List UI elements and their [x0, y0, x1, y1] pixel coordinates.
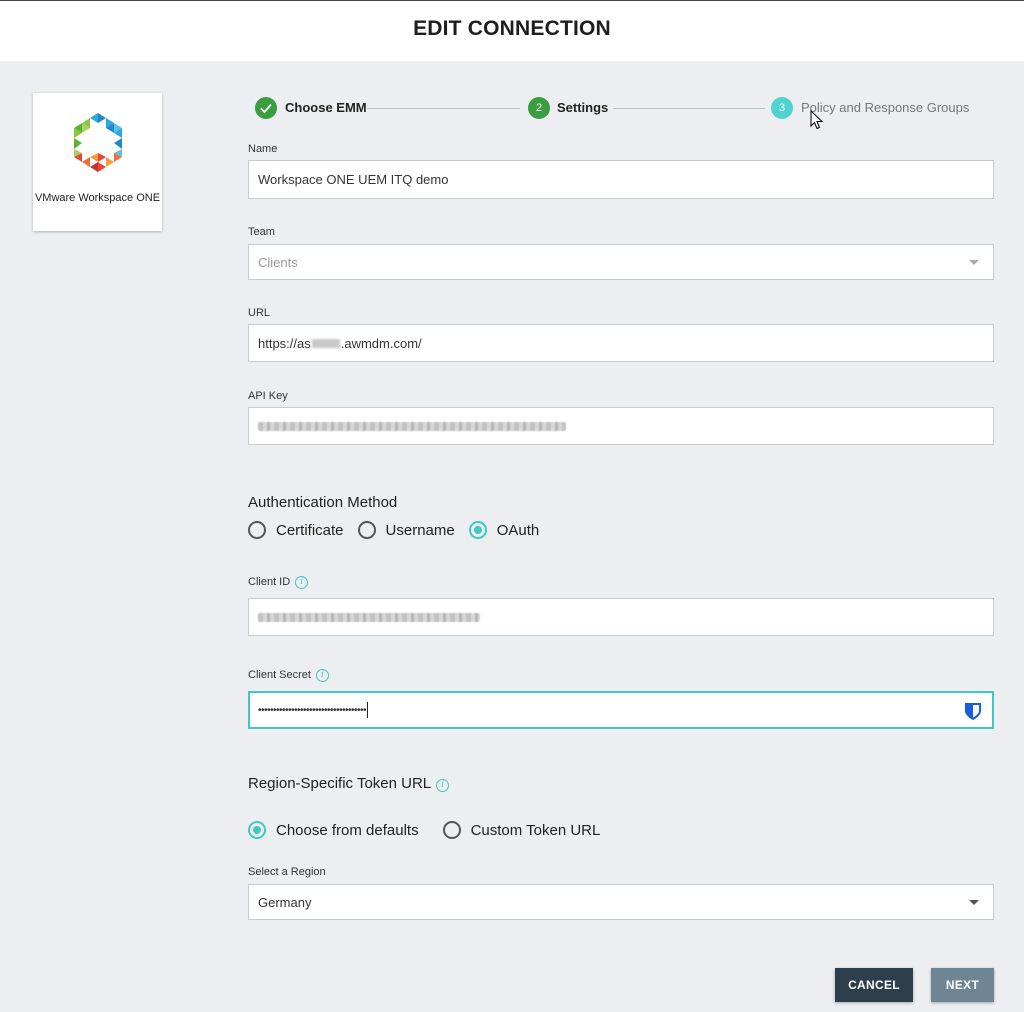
info-icon[interactable]: i — [295, 576, 309, 589]
step-3-number: 3 — [771, 97, 793, 119]
api-key-input[interactable] — [248, 407, 994, 445]
step-1-check-icon — [255, 97, 277, 119]
token-url-title-text: Region-Specific Token URL — [248, 775, 432, 792]
radio-label: Username — [385, 521, 455, 539]
step-2-number: 2 — [528, 97, 550, 119]
text-cursor — [367, 702, 369, 718]
redacted-api-key — [258, 421, 566, 431]
auth-method-title: Authentication Method — [248, 494, 398, 511]
url-input[interactable]: https://as .awmdm.com/ — [248, 324, 994, 362]
radio-label: Custom Token URL — [470, 821, 601, 839]
step-connector — [367, 108, 520, 109]
step-choose-emm[interactable]: Choose EMM — [285, 100, 367, 115]
radio-username[interactable]: Username — [357, 521, 455, 539]
radio-custom-token-url[interactable]: Custom Token URL — [442, 821, 601, 839]
client-secret-input[interactable]: •••••••••••••••••••••••••••••••••••• — [248, 691, 994, 729]
mouse-cursor-icon — [810, 110, 824, 130]
provider-name: VMware Workspace ONE — [34, 192, 161, 204]
radio-label: Choose from defaults — [276, 821, 419, 839]
radio-label: Certificate — [276, 521, 344, 539]
token-url-radio-group: Choose from defaults Custom Token URL — [248, 821, 614, 839]
step-settings[interactable]: Settings — [557, 100, 608, 115]
region-select[interactable]: Germany — [248, 884, 994, 920]
name-label: Name — [248, 143, 278, 155]
chevron-down-icon — [969, 900, 979, 905]
client-secret-value: •••••••••••••••••••••••••••••••••••• — [258, 704, 367, 716]
region-label: Select a Region — [248, 866, 326, 878]
password-manager-shield-icon[interactable] — [962, 700, 984, 722]
radio-choose-from-defaults[interactable]: Choose from defaults — [248, 821, 419, 839]
url-label: URL — [248, 307, 271, 319]
team-label: Team — [248, 226, 275, 238]
info-icon[interactable]: i — [315, 669, 329, 682]
client-secret-label: Client Secret i — [248, 669, 329, 682]
step-connector — [613, 108, 765, 109]
client-id-label: Client ID i — [248, 576, 309, 589]
cancel-button[interactable]: CANCEL — [835, 968, 913, 1002]
name-value: Workspace ONE UEM ITQ demo — [258, 172, 449, 187]
url-value-prefix: https://as — [258, 335, 311, 351]
radio-oauth[interactable]: OAuth — [468, 521, 540, 539]
redacted-client-id — [258, 612, 480, 622]
url-value-suffix: .awmdm.com/ — [340, 335, 422, 351]
radio-certificate[interactable]: Certificate — [248, 521, 344, 539]
radio-dot[interactable] — [248, 521, 266, 539]
client-id-label-text: Client ID — [248, 576, 291, 588]
token-url-title: Region-Specific Token URL i — [248, 775, 450, 792]
api-key-label: API Key — [248, 390, 288, 402]
auth-method-radio-group: Certificate Username OAuth — [248, 521, 553, 539]
radio-dot[interactable] — [442, 821, 461, 839]
radio-dot[interactable] — [357, 521, 376, 539]
client-secret-label-text: Client Secret — [248, 669, 311, 681]
region-value: Germany — [258, 894, 312, 910]
team-select[interactable]: Clients — [248, 244, 994, 280]
info-icon[interactable]: i — [436, 779, 450, 792]
provider-card: VMware Workspace ONE — [33, 93, 162, 231]
client-id-input[interactable] — [248, 598, 994, 636]
radio-dot[interactable] — [468, 521, 487, 539]
wizard-stepper: Choose EMM 2 Settings 3 Policy and Respo… — [255, 96, 995, 120]
next-button[interactable]: NEXT — [931, 968, 994, 1002]
redacted-text — [311, 338, 340, 348]
chevron-down-icon — [969, 260, 979, 265]
workspace-one-logo-icon — [74, 113, 122, 172]
step-policy-response-groups[interactable]: Policy and Response Groups — [801, 100, 969, 115]
page-header: EDIT CONNECTION — [0, 0, 1024, 61]
page-title: EDIT CONNECTION — [413, 17, 611, 40]
name-input[interactable]: Workspace ONE UEM ITQ demo — [248, 160, 994, 199]
team-placeholder: Clients — [258, 254, 298, 270]
radio-label: OAuth — [496, 521, 540, 539]
radio-dot[interactable] — [248, 821, 266, 839]
